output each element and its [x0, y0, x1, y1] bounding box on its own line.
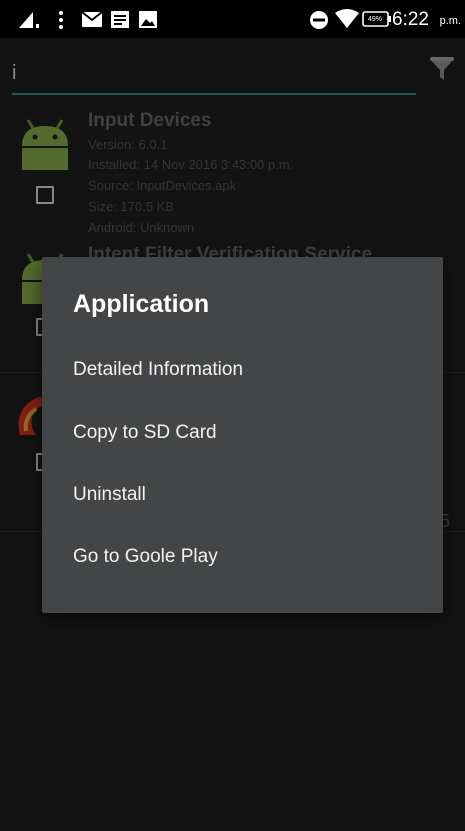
option-label: Detailed Information: [73, 359, 244, 380]
uninstall-option[interactable]: Uninstall: [42, 470, 443, 522]
battery-percent: 49%: [367, 16, 382, 23]
status-ampm: p.m.: [439, 15, 461, 27]
signal-icon: [17, 10, 43, 35]
dialog-title: Application: [73, 290, 210, 318]
more-vert-icon: [58, 10, 64, 35]
application-dialog: Application Detailed Information Copy to…: [42, 257, 443, 613]
option-label: Copy to SD Card: [73, 422, 217, 443]
option-label: Go to Goole Play: [73, 546, 218, 567]
image-icon: [138, 10, 158, 34]
copy-to-sd-card-option[interactable]: Copy to SD Card: [42, 408, 443, 460]
detailed-information-option[interactable]: Detailed Information: [42, 345, 443, 397]
do-not-disturb-icon: [309, 10, 329, 35]
screen: 49% 6:22 p.m. i Input Devices Version: 6…: [0, 0, 465, 831]
status-clock: 6:22: [392, 9, 429, 30]
wifi-icon: [334, 9, 360, 34]
go-to-google-play-option[interactable]: Go to Goole Play: [42, 532, 443, 584]
status-bar: 49% 6:22 p.m.: [0, 0, 465, 38]
mail-icon: [81, 11, 103, 33]
option-label: Uninstall: [73, 484, 146, 505]
notes-icon: [110, 10, 130, 34]
